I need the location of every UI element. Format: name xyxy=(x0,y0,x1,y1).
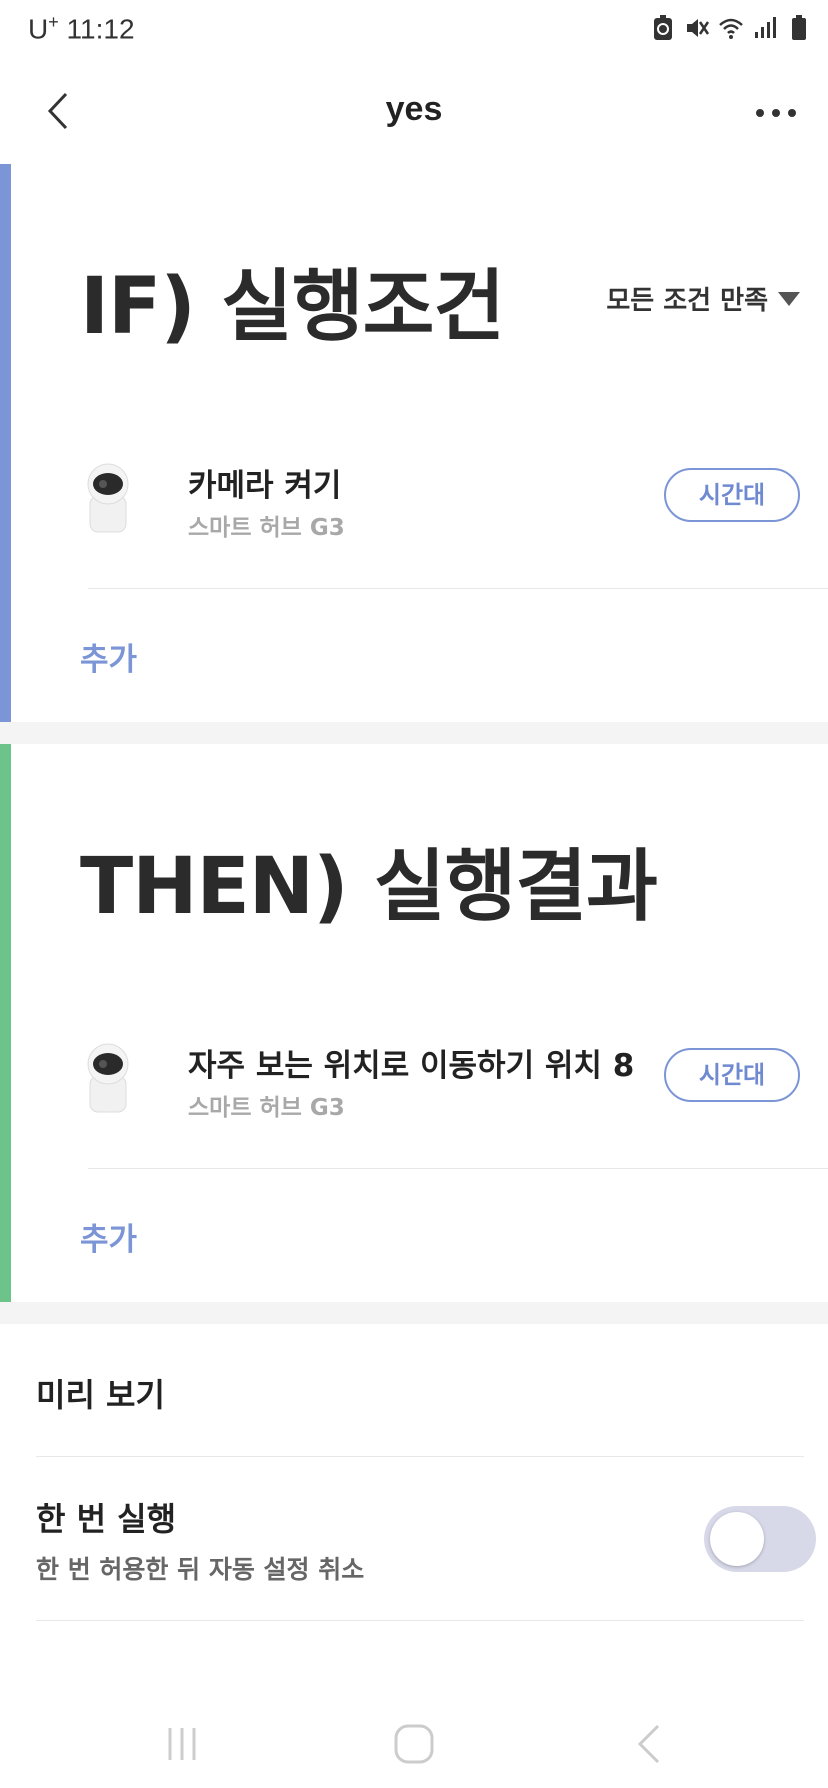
preview-row[interactable]: 미리 보기 xyxy=(36,1370,165,1416)
camera-device-icon xyxy=(87,463,129,533)
if-device-name: 카메라 켜기 xyxy=(188,468,342,504)
more-dots-icon[interactable] xyxy=(754,106,798,120)
clock: 11:12 xyxy=(66,13,135,45)
section-gap xyxy=(0,722,828,744)
top-bar: yes xyxy=(0,60,828,165)
then-device-model: 스마트 허브 G3 xyxy=(188,1095,345,1121)
divider xyxy=(36,1620,804,1621)
nav-back-icon[interactable] xyxy=(620,1714,680,1774)
condition-mode-label: 모든 조건 만족 xyxy=(606,286,768,316)
if-device-model: 스마트 허브 G3 xyxy=(188,515,345,541)
then-time-button[interactable]: 시간대 xyxy=(664,1048,800,1102)
if-time-button[interactable]: 시간대 xyxy=(664,468,800,522)
camera-device-icon xyxy=(87,1043,129,1113)
if-add-link[interactable]: 추가 xyxy=(80,634,137,679)
status-bar: U+ 11:12 xyxy=(0,0,828,60)
divider xyxy=(88,588,828,589)
system-nav-bar xyxy=(0,1700,828,1788)
if-section: IF) 실행조건 모든 조건 만족 카메라 켜기 스마트 허브 G3 시간대 추… xyxy=(0,164,828,722)
toggle-knob xyxy=(710,1512,764,1566)
if-accent-bar xyxy=(0,164,11,722)
section-gap xyxy=(0,1302,828,1324)
dropdown-triangle-icon xyxy=(778,291,800,306)
recents-icon[interactable] xyxy=(152,1714,212,1774)
then-device-name: 자주 보는 위치로 이동하기 위치 8 xyxy=(188,1048,635,1084)
status-icons xyxy=(650,14,812,42)
condition-mode-select[interactable]: 모든 조건 만족 xyxy=(606,280,800,317)
battery-icon xyxy=(792,15,806,40)
then-add-link[interactable]: 추가 xyxy=(80,1214,137,1259)
run-once-toggle[interactable] xyxy=(704,1506,816,1572)
battery-saver-icon xyxy=(654,15,672,40)
run-once-title: 한 번 실행 xyxy=(36,1500,177,1538)
then-device-row[interactable]: 자주 보는 위치로 이동하기 위치 8 스마트 허브 G3 시간대 xyxy=(80,1024,828,1154)
wifi-icon xyxy=(719,18,743,39)
signal-icon xyxy=(755,17,776,38)
page-title: yes xyxy=(385,90,443,128)
run-once-subtitle: 한 번 허용한 뒤 자동 설정 취소 xyxy=(36,1555,365,1584)
divider xyxy=(36,1456,804,1457)
then-heading: THEN) 실행결과 xyxy=(80,842,658,932)
if-heading: IF) 실행조건 xyxy=(80,262,505,352)
divider xyxy=(88,1168,828,1169)
then-section: THEN) 실행결과 자주 보는 위치로 이동하기 위치 8 스마트 허브 G3… xyxy=(0,744,828,1302)
then-accent-bar xyxy=(0,744,11,1302)
home-icon[interactable] xyxy=(384,1714,444,1774)
carrier-label: U+ 11:12 xyxy=(28,12,135,45)
mute-vibrate-icon xyxy=(687,19,710,37)
if-device-row[interactable]: 카메라 켜기 스마트 허브 G3 시간대 xyxy=(80,444,828,574)
